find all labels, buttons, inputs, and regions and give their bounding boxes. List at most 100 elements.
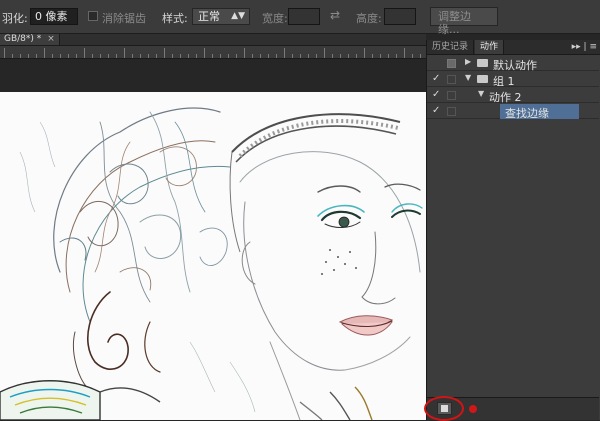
height-input[interactable] (384, 8, 416, 25)
action-label: 查找边缘 (505, 107, 549, 120)
document-canvas[interactable] (0, 92, 426, 420)
folder-icon (477, 59, 488, 67)
ruler-tick (68, 54, 69, 58)
ruler-tick (20, 54, 21, 58)
ruler-tick (140, 54, 141, 58)
panel-bottom-toolbar (424, 396, 599, 421)
ruler-tick (44, 48, 45, 58)
ruler-tick (180, 54, 181, 58)
ruler-tick (228, 54, 229, 58)
feather-label: 羽化: (2, 12, 28, 25)
ruler-tick (60, 54, 61, 58)
ruler-tick (108, 54, 109, 58)
ruler-tick (412, 54, 413, 58)
ruler-tick (132, 54, 133, 58)
panel-menu-icon[interactable]: ▸▸ | ≡ (572, 40, 597, 54)
ruler-tick (12, 54, 13, 58)
ruler-tick (212, 54, 213, 58)
annotation-circle (424, 396, 464, 421)
ruler-tick (332, 54, 333, 58)
dialog-toggle[interactable] (447, 107, 456, 116)
chevron-down-icon: ▲▼ (231, 11, 245, 21)
dialog-toggle[interactable] (447, 59, 456, 68)
ruler-tick (100, 54, 101, 58)
action-set-default[interactable]: ▶ 默认动作 (427, 56, 599, 72)
record-button[interactable] (469, 405, 477, 413)
action-label: 默认动作 (493, 59, 537, 72)
tab-actions[interactable]: 动作 (475, 40, 505, 54)
ruler-tick (260, 54, 261, 58)
ruler-tick (172, 54, 173, 58)
ruler-tick (308, 54, 309, 58)
ruler-tick (380, 54, 381, 58)
ruler-tick (36, 54, 37, 58)
ruler-tick (164, 48, 165, 58)
width-label: 宽度: (262, 12, 288, 25)
ruler-tick (236, 54, 237, 58)
ruler-tick (148, 54, 149, 58)
ruler-tick (52, 54, 53, 58)
ruler-tick (348, 54, 349, 58)
close-icon[interactable]: × (47, 34, 55, 44)
horizontal-ruler (0, 46, 426, 59)
action-item-action2[interactable]: ✓ ▼ 动作 2 (427, 88, 599, 104)
height-label: 高度: (356, 12, 382, 25)
antialias-label: 消除锯齿 (102, 12, 146, 25)
folder-icon (477, 75, 488, 83)
check-icon[interactable]: ✓ (432, 73, 440, 84)
expanded-triangle-icon[interactable]: ▼ (478, 89, 484, 98)
ruler-tick (404, 48, 405, 58)
ruler-tick (188, 54, 189, 58)
refine-edge-button[interactable]: 调整边缘... (430, 7, 498, 36)
ruler-tick (124, 48, 125, 58)
panel-tab-bar: 历史记录 动作 ▸▸ | ≡ (427, 40, 600, 55)
ruler-tick (92, 54, 93, 58)
swap-icon[interactable]: ⇄ (330, 8, 340, 22)
action-set-group1[interactable]: ✓ ▼ 组 1 (427, 72, 599, 88)
ruler-tick (396, 54, 397, 58)
ruler-tick (292, 54, 293, 58)
ruler-tick (420, 54, 421, 58)
action-label: 组 1 (493, 75, 515, 88)
collapsed-triangle-icon[interactable]: ▶ (465, 57, 471, 66)
ruler-tick (196, 54, 197, 58)
ruler-tick (372, 54, 373, 58)
dialog-toggle[interactable] (447, 75, 456, 84)
style-select[interactable]: 正常 ▲▼ (192, 8, 250, 25)
actions-panel: 历史记录 动作 ▸▸ | ≡ ▶ 默认动作 ✓ ▼ 组 1 ✓ ▼ 动作 2 ✓… (424, 40, 600, 421)
canvas-workspace[interactable] (0, 59, 426, 420)
action-command-find-edges[interactable]: ✓ 查找边缘 (427, 104, 599, 120)
ruler-tick (316, 54, 317, 58)
ruler-tick (252, 54, 253, 58)
expanded-triangle-icon[interactable]: ▼ (465, 73, 471, 82)
dialog-toggle[interactable] (447, 91, 456, 100)
ruler-tick (324, 48, 325, 58)
tab-history[interactable]: 历史记录 (427, 40, 475, 54)
ruler-tick (220, 54, 221, 58)
options-bar: 羽化: 0 像素 消除锯齿 样式: 正常 ▲▼ 宽度: ⇄ 高度: 调整边缘..… (0, 0, 600, 36)
feather-input[interactable]: 0 像素 (30, 8, 78, 25)
antialias-checkbox[interactable] (88, 11, 98, 21)
ruler-tick (84, 48, 85, 58)
ruler-tick (340, 54, 341, 58)
document-tab[interactable]: GB/8*) * × (0, 34, 60, 45)
ruler-tick (116, 54, 117, 58)
width-input[interactable] (288, 8, 320, 25)
ruler-tick (300, 54, 301, 58)
ruler-tick (28, 54, 29, 58)
ruler-tick (156, 54, 157, 58)
ruler-tick (204, 48, 205, 58)
ruler-tick (364, 48, 365, 58)
document-tab-title: GB/8*) * (4, 34, 42, 44)
style-select-value: 正常 (198, 10, 220, 23)
ruler-tick (284, 48, 285, 58)
ruler-tick (4, 48, 5, 58)
action-label: 动作 2 (489, 91, 522, 104)
ruler-tick (276, 54, 277, 58)
check-icon[interactable]: ✓ (432, 89, 440, 100)
check-icon[interactable]: ✓ (432, 105, 440, 116)
find-edges-portrait-image (0, 107, 423, 420)
ruler-tick (244, 48, 245, 58)
document-tab-bar: GB/8*) * × (0, 34, 426, 46)
ruler-tick (356, 54, 357, 58)
